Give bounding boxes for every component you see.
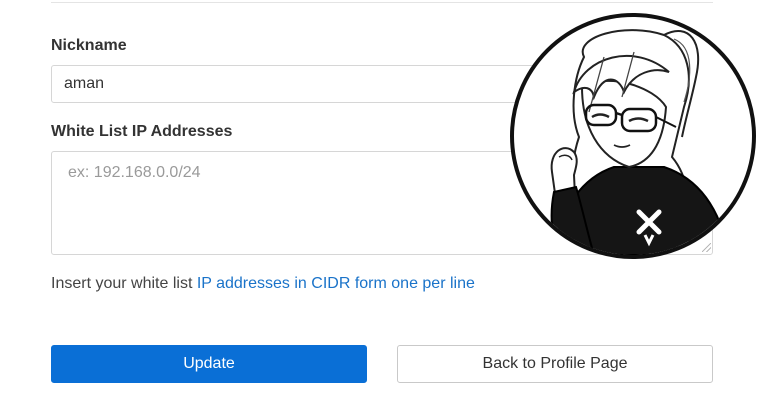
- update-button[interactable]: Update: [51, 345, 367, 383]
- anime-girl-avatar-icon: [550, 29, 731, 255]
- top-divider: [51, 2, 713, 3]
- whitelist-label: White List IP Addresses: [51, 123, 233, 140]
- resize-handle-icon[interactable]: [702, 243, 711, 252]
- avatar: [510, 13, 756, 259]
- nickname-label: Nickname: [51, 37, 127, 54]
- cidr-help-link[interactable]: IP addresses in CIDR form one per line: [197, 275, 475, 292]
- help-text: Insert your white list IP addresses in C…: [51, 275, 475, 293]
- help-text-prefix: Insert your white list: [51, 275, 197, 292]
- back-to-profile-button[interactable]: Back to Profile Page: [397, 345, 713, 383]
